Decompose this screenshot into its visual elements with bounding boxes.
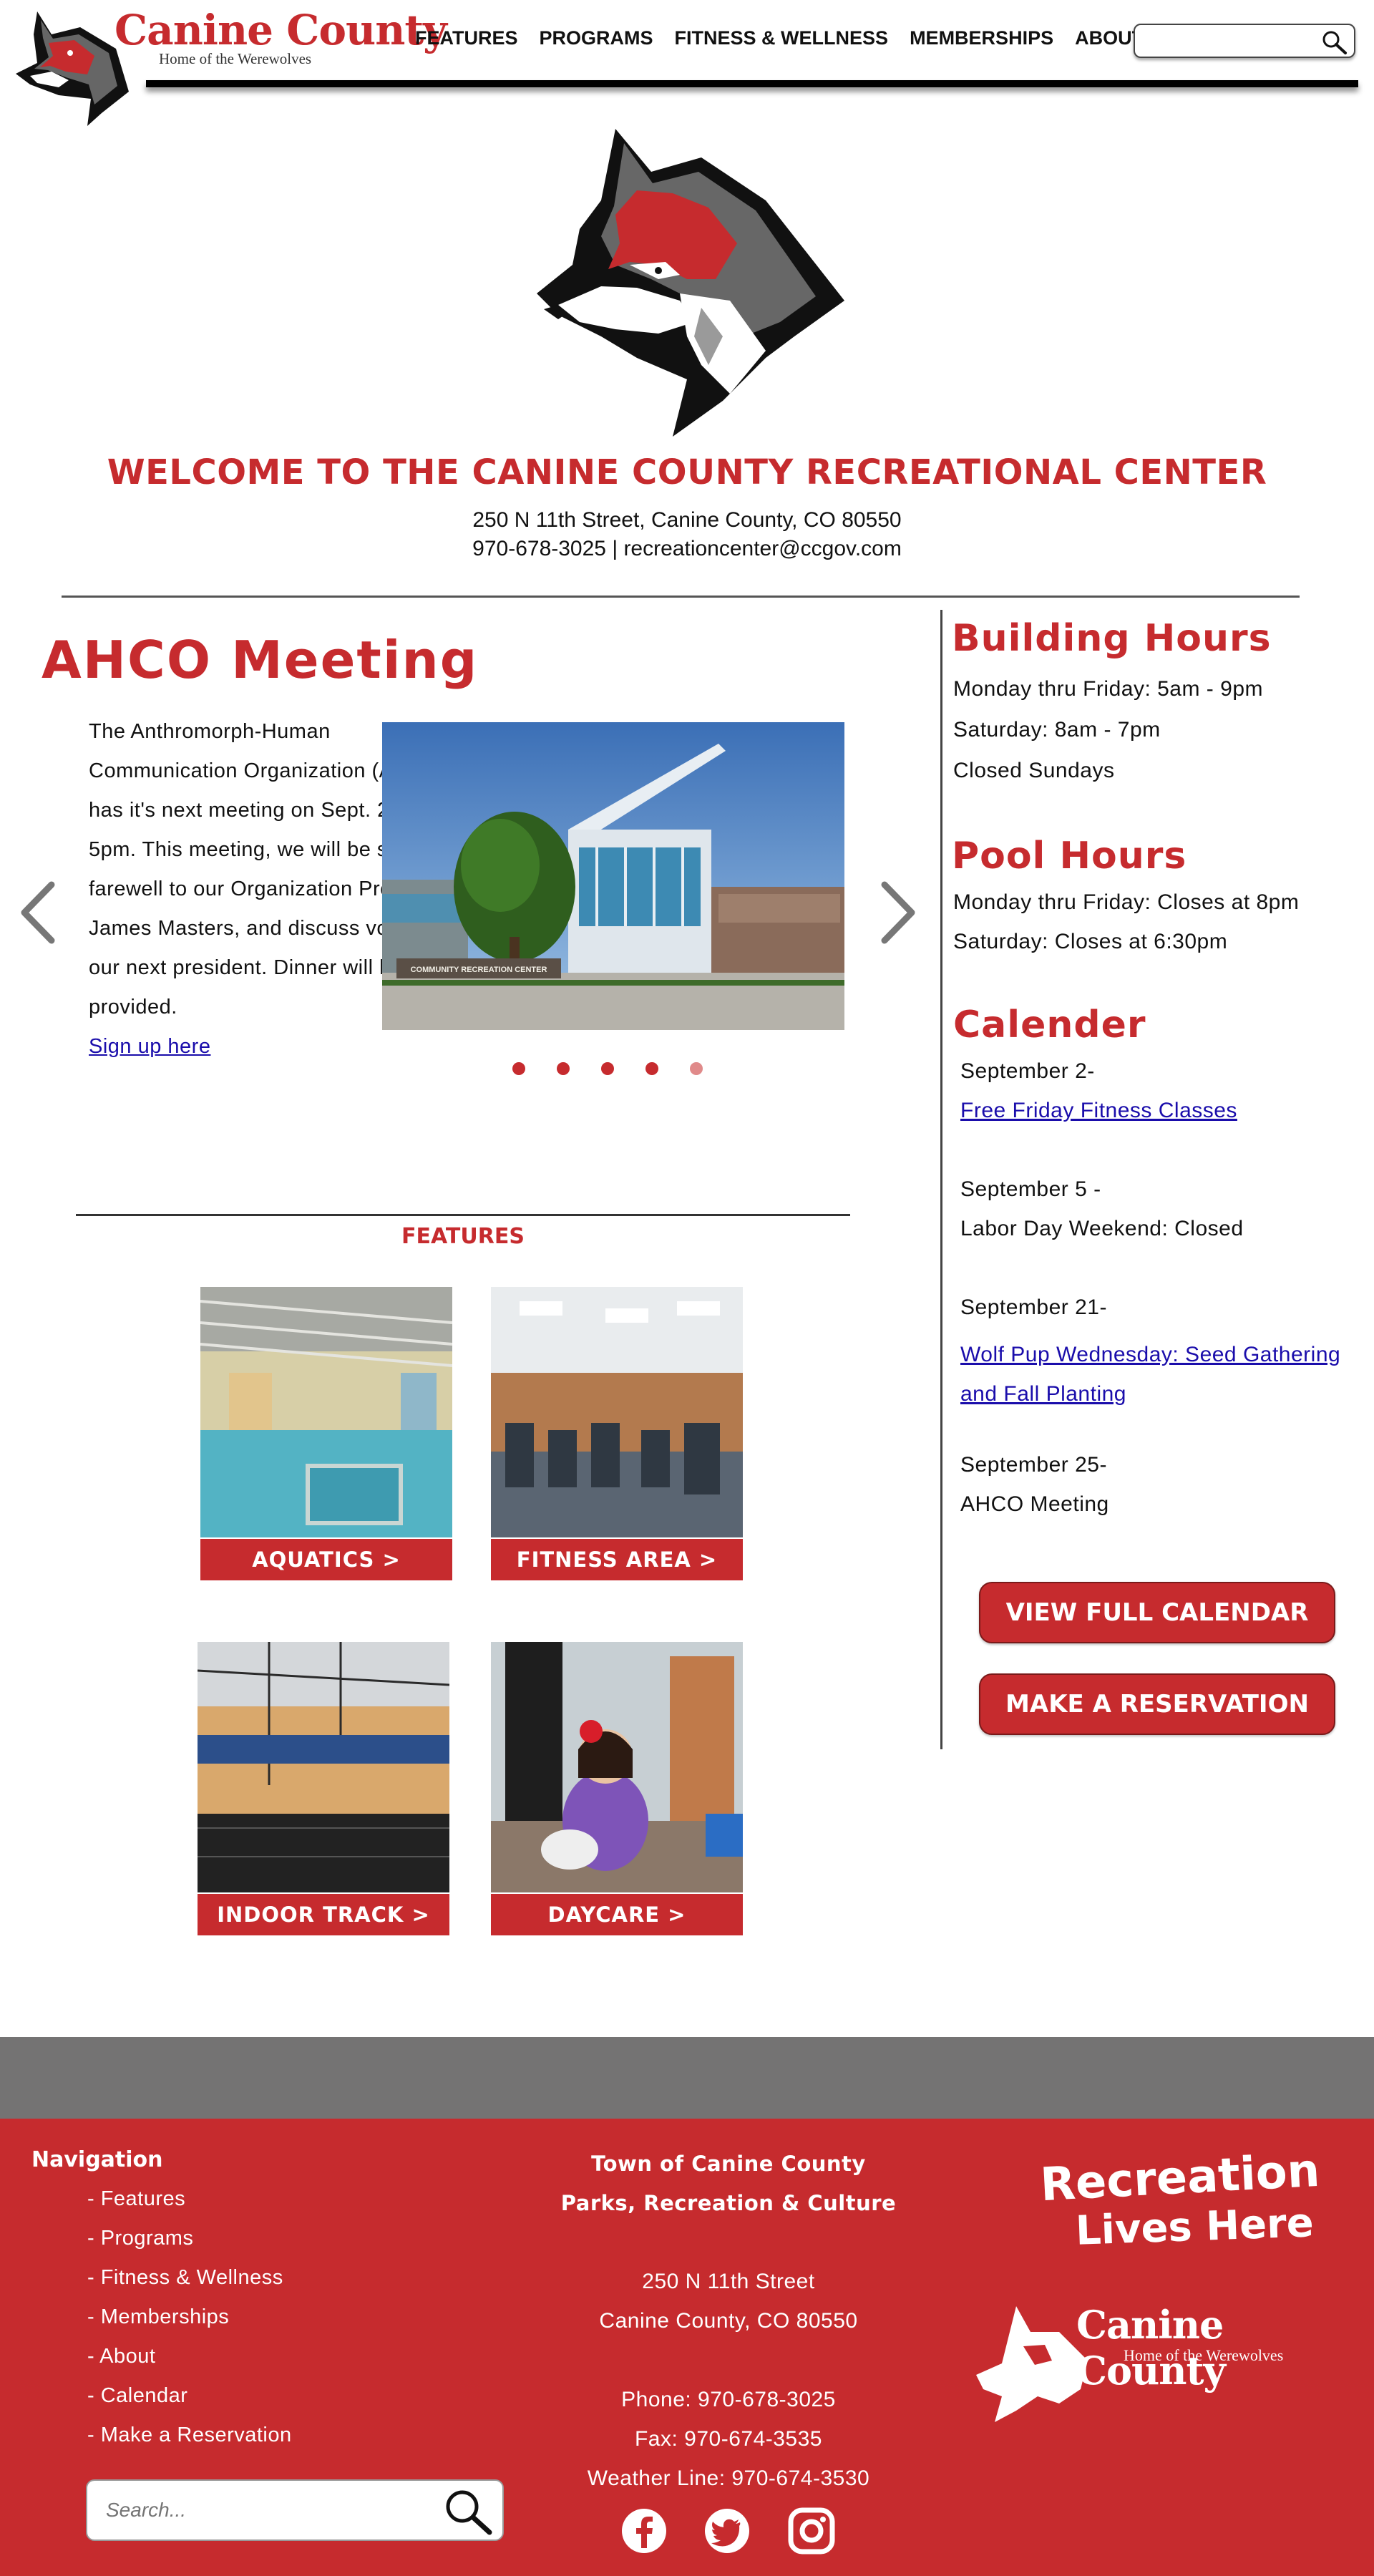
slider-dot[interactable]	[645, 1062, 658, 1075]
footer-weather: Weather Line: 970-674-3530	[587, 2466, 870, 2490]
nav-programs[interactable]: PROGRAMS	[540, 27, 653, 56]
facebook-icon[interactable]	[620, 2507, 668, 2555]
building-sign-text: COMMUNITY RECREATION CENTER	[411, 966, 547, 974]
site-header: Canine County Home of the Werewolves FEA…	[0, 0, 1374, 126]
footer-street: 250 N 11th Street	[642, 2270, 815, 2293]
feature-label-daycare[interactable]: DAYCARE >	[491, 1894, 743, 1935]
features-title: FEATURES	[401, 1224, 525, 1249]
calendar-title: Calender	[953, 1003, 1146, 1046]
building-hours-title: Building Hours	[952, 617, 1272, 660]
header-search-input[interactable]	[1134, 24, 1355, 58]
header-divider-bar	[146, 80, 1358, 87]
recreation-lives-here-slogan: Recreation Lives Here	[1039, 2147, 1321, 2255]
slider-prev-arrow-icon[interactable]	[17, 880, 60, 945]
pool-hours-title: Pool Hours	[952, 835, 1187, 878]
footer-nav-features[interactable]: - Features	[87, 2187, 185, 2211]
calendar-event-date: September 21-	[960, 1296, 1107, 1319]
hero-divider	[62, 596, 1300, 598]
calendar-event-name: Labor Day Weekend: Closed	[960, 1217, 1244, 1240]
calendar-event-date: September 2-	[960, 1059, 1095, 1083]
footer-gray-band	[0, 2037, 1374, 2119]
instagram-icon[interactable]	[787, 2507, 836, 2555]
feature-label-fitness-area[interactable]: FITNESS AREA >	[491, 1539, 743, 1580]
footer-nav-fitness-wellness[interactable]: - Fitness & Wellness	[87, 2266, 283, 2290]
main-nav: FEATURES PROGRAMS FITNESS & WELLNESS MEM…	[415, 27, 1165, 56]
footer-nav-calendar[interactable]: - Calendar	[87, 2384, 187, 2408]
slider-dot[interactable]	[601, 1062, 614, 1075]
footer-city: Canine County, CO 80550	[599, 2309, 858, 2333]
slide-title: AHCO Meeting	[42, 630, 479, 690]
footer-search-box	[86, 2479, 504, 2541]
footer-nav-programs[interactable]: - Programs	[87, 2227, 193, 2250]
slider-dot[interactable]	[690, 1062, 703, 1075]
footer-org-line1: Town of Canine County	[591, 2152, 866, 2176]
footer-search-input[interactable]	[106, 2492, 435, 2528]
hero-contact: 970-678-3025 | recreationcenter@ccgov.co…	[472, 537, 902, 560]
fitness-area-image	[491, 1287, 743, 1537]
aquatics-image	[200, 1287, 452, 1537]
nav-features[interactable]: FEATURES	[415, 27, 518, 56]
twitter-icon[interactable]	[703, 2507, 751, 2555]
calendar-event-link[interactable]: Wolf Pup Wednesday: Seed Gathering and F…	[960, 1335, 1340, 1414]
sidebar-rule	[940, 610, 942, 1749]
wolf-logo-icon[interactable]	[9, 6, 132, 126]
pool-hours-line: Monday thru Friday: Closes at 8pm	[953, 890, 1300, 914]
daycare-image	[491, 1642, 743, 1892]
slider-next-arrow-icon[interactable]	[876, 880, 919, 945]
footer-org-line2: Parks, Recreation & Culture	[560, 2191, 897, 2215]
feature-label-aquatics[interactable]: AQUATICS >	[200, 1539, 452, 1580]
svg-text:Lives Here: Lives Here	[1075, 2200, 1315, 2255]
slider-dots	[512, 1062, 703, 1075]
calendar-event-name: AHCO Meeting	[960, 1492, 1109, 1516]
building-hours-line: Saturday: 8am - 7pm	[953, 718, 1161, 742]
footer-nav-memberships[interactable]: - Memberships	[87, 2305, 229, 2329]
search-icon[interactable]	[441, 2487, 495, 2537]
feature-label-indoor-track[interactable]: INDOOR TRACK >	[198, 1894, 449, 1935]
search-icon[interactable]	[1320, 29, 1348, 55]
indoor-track-image	[198, 1642, 449, 1892]
brand-name[interactable]: Canine County	[114, 6, 447, 54]
calendar-event-link-line[interactable]: and Fall Planting	[960, 1382, 1126, 1406]
hero-address: 250 N 11th Street, Canine County, CO 805…	[472, 508, 902, 532]
footer-nav-reservation[interactable]: - Make a Reservation	[87, 2424, 292, 2447]
brand-tagline: Home of the Werewolves	[159, 50, 312, 67]
footer-nav-about[interactable]: - About	[87, 2345, 155, 2368]
feature-card-aquatics[interactable]: AQUATICS >	[200, 1287, 452, 1580]
wolf-mascot-logo	[537, 129, 844, 437]
feature-card-indoor-track[interactable]: INDOOR TRACK >	[198, 1642, 449, 1935]
slider-dot[interactable]	[512, 1062, 525, 1075]
feature-card-daycare[interactable]: DAYCARE >	[491, 1642, 743, 1935]
calendar-event-link[interactable]: Free Friday Fitness Classes	[960, 1099, 1237, 1123]
nav-memberships[interactable]: MEMBERSHIPS	[910, 27, 1053, 56]
view-full-calendar-button[interactable]: VIEW FULL CALENDAR	[979, 1582, 1335, 1643]
footer-nav-title: Navigation	[31, 2147, 163, 2172]
building-hours-line: Closed Sundays	[953, 759, 1115, 782]
calendar-event-date: September 5 -	[960, 1177, 1101, 1201]
pool-hours-line: Saturday: Closes at 6:30pm	[953, 930, 1228, 953]
calendar-event-date: September 25-	[960, 1453, 1107, 1477]
slider-dot[interactable]	[557, 1062, 570, 1075]
rec-center-building-image: COMMUNITY RECREATION CENTER	[382, 722, 844, 1030]
calendar-event-link-line[interactable]: Wolf Pup Wednesday: Seed Gathering	[960, 1343, 1340, 1366]
features-divider	[76, 1214, 850, 1216]
footer-phone: Phone: 970-678-3025	[621, 2388, 836, 2411]
building-hours-line: Monday thru Friday: 5am - 9pm	[953, 677, 1263, 701]
nav-fitness-wellness[interactable]: FITNESS & WELLNESS	[675, 27, 889, 56]
sign-up-link[interactable]: Sign up here	[89, 1035, 210, 1058]
feature-card-fitness-area[interactable]: FITNESS AREA >	[491, 1287, 743, 1580]
footer-brand-tagline: Home of the Werewolves	[1124, 2346, 1284, 2364]
footer-fax: Fax: 970-674-3535	[634, 2427, 822, 2451]
welcome-title: WELCOME TO THE CANINE COUNTY RECREATIONA…	[107, 452, 1267, 492]
make-reservation-button[interactable]: MAKE A RESERVATION	[979, 1673, 1335, 1735]
